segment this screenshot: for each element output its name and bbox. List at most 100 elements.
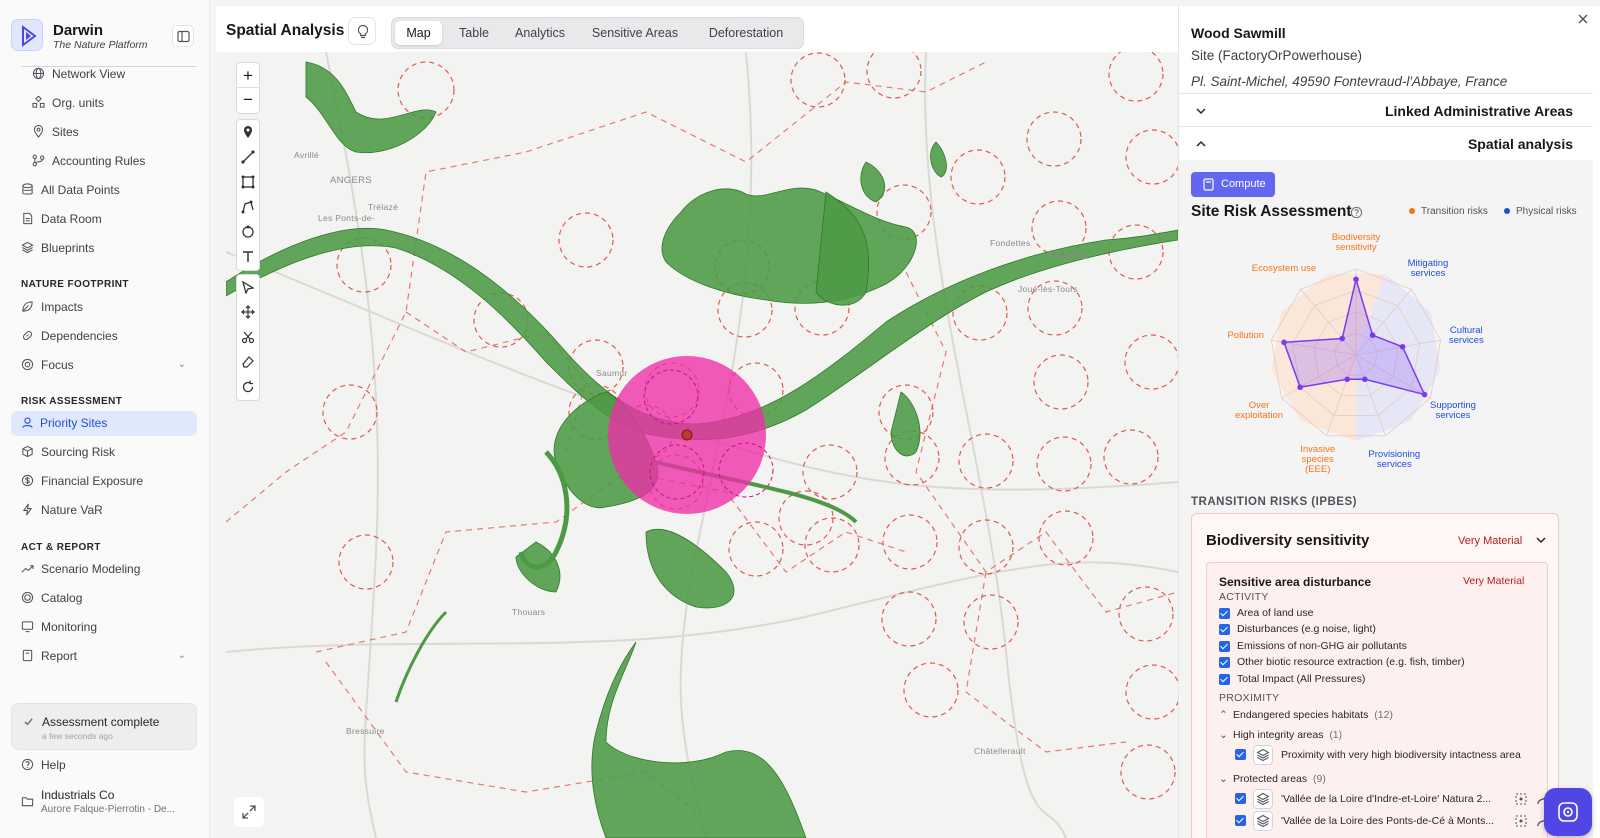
erase-button[interactable] (237, 350, 259, 375)
sidebar-item-all-data-points[interactable]: All Data Points (21, 178, 197, 202)
help-icon[interactable] (1350, 206, 1363, 219)
draw-rectangle-button[interactable] (237, 170, 259, 195)
zoom-in-button[interactable]: + (237, 63, 259, 88)
calculator-icon (1203, 178, 1214, 191)
sidebar-item-label: Sites (52, 125, 79, 139)
sidebar-item-report[interactable]: Report ⌄ (21, 644, 186, 668)
cut-button[interactable] (237, 325, 259, 350)
radar-data-point[interactable] (1344, 376, 1350, 383)
map-layers (226, 52, 1178, 838)
tab-analytics[interactable]: Analytics (505, 21, 575, 45)
map-label-joue-les-tours: Joué-lès-Tours (1018, 284, 1078, 294)
move-button[interactable] (237, 300, 259, 325)
radar-data-point[interactable] (1353, 276, 1359, 283)
sidebar-item-blueprints[interactable]: Blueprints (21, 236, 197, 260)
focus-icon[interactable] (1513, 791, 1529, 807)
sidebar-toggle-button[interactable] (172, 25, 194, 47)
organization-user: Aurore Falque-Pierrotin - De... (41, 804, 175, 815)
section-title-risk-assessment: RISK ASSESSMENT (21, 396, 123, 407)
site-marker-icon[interactable] (681, 429, 693, 441)
sidebar-item-accounting-rules[interactable]: Accounting Rules (32, 149, 197, 173)
materiality-badge: Very Material (1458, 535, 1523, 547)
hierarchy-icon (32, 96, 45, 108)
radar-data-point[interactable] (1369, 332, 1376, 339)
sidebar-item-financial-exposure[interactable]: Financial Exposure (21, 469, 197, 493)
layers-icon (1256, 814, 1270, 828)
tab-deforestation[interactable]: Deforestation (694, 21, 798, 45)
group-endangered-species[interactable]: ⌃ Endangered species habitats (12) (1219, 709, 1393, 721)
linked-admin-areas-accordion[interactable]: Linked Administrative Areas (1179, 93, 1593, 126)
site-address: Pl. Saint-Michel, 49590 Fontevraud-l'Abb… (1191, 74, 1508, 89)
map-label-fondettes: Fondettes (990, 238, 1031, 248)
brand[interactable]: Darwin The Nature Platform (11, 19, 197, 55)
draw-line-button[interactable] (237, 145, 259, 170)
rotate-button[interactable] (237, 375, 259, 400)
focus-icon[interactable] (1513, 813, 1529, 829)
ai-assistant-button[interactable] (1544, 788, 1592, 836)
map-label-chatellerault: Châtellerault (974, 746, 1026, 756)
activity-label: ACTIVITY (1219, 591, 1269, 603)
layers-icon (21, 241, 34, 254)
draw-polygon-button[interactable] (237, 195, 259, 220)
accordion-label: Linked Administrative Areas (1384, 103, 1573, 119)
map-label-thouars: Thouars (512, 607, 546, 617)
draw-text-button[interactable] (237, 245, 259, 270)
radar-data-point[interactable] (1339, 335, 1345, 342)
radar-data-point[interactable] (1399, 343, 1406, 350)
radar-data-point[interactable] (1297, 384, 1303, 391)
edit-vertices-button[interactable] (237, 275, 259, 300)
radar-axis-label: Supporting services (1430, 400, 1476, 421)
site-name: Wood Sawmill (1191, 25, 1286, 41)
proximity-row[interactable]: Proximity with very high biodiversity in… (1235, 745, 1545, 765)
zoom-out-button[interactable]: − (237, 88, 259, 113)
map-canvas[interactable]: ANGERS TOURS Avrillé Trélazé Les Ponts-d… (226, 52, 1178, 838)
proximity-row[interactable]: 'Vallée de la Loire des Ponts-de-Cé à Mo… (1235, 811, 1549, 831)
sidebar-item-network-view[interactable]: Network View (32, 62, 197, 86)
group-high-integrity-areas[interactable]: ⌄ High integrity areas (1) (1219, 729, 1342, 741)
legend-label: Physical risks (1516, 206, 1577, 217)
map-label-angers: ANGERS (330, 175, 372, 186)
legend-dot-physical (1504, 208, 1510, 215)
group-protected-areas[interactable]: ⌄ Protected areas (9) (1219, 773, 1326, 785)
status-title: Assessment complete (42, 715, 160, 729)
insights-button[interactable] (348, 17, 376, 45)
sidebar-item-label: Catalog (41, 591, 83, 605)
sidebar-item-org-units[interactable]: Org. units (32, 91, 197, 115)
sidebar-item-priority-sites[interactable]: Priority Sites (11, 411, 197, 436)
sidebar-item-focus[interactable]: Focus ⌄ (21, 353, 186, 377)
chevron-down-icon[interactable] (1535, 534, 1547, 546)
radar-data-point[interactable] (1421, 391, 1428, 398)
tab-map[interactable]: Map (395, 21, 442, 45)
close-icon[interactable] (1575, 11, 1591, 27)
sidebar-item-dependencies[interactable]: Dependencies (21, 324, 197, 348)
materiality-badge: Very Material (1463, 575, 1525, 587)
status-timestamp: a few seconds ago (42, 731, 113, 741)
fullscreen-button[interactable] (234, 797, 264, 827)
draw-marker-button[interactable] (237, 120, 259, 145)
radar-data-point[interactable] (1362, 376, 1368, 383)
rotate-icon (242, 380, 254, 393)
sidebar-item-catalog[interactable]: Catalog (21, 586, 197, 610)
sidebar-item-data-room[interactable]: Data Room (21, 207, 197, 231)
subsection-title: Sensitive area disturbance (1219, 575, 1372, 589)
proximity-row[interactable]: 'Vallée de la Loire d'Indre-et-Loire' Na… (1235, 789, 1549, 809)
site-risk-assessment-title: Site Risk Assessment (1191, 203, 1352, 220)
draw-circle-button[interactable] (237, 220, 259, 245)
expand-icon (242, 805, 256, 819)
compute-button[interactable]: Compute (1191, 172, 1275, 197)
sidebar-item-sites[interactable]: Sites (32, 120, 197, 144)
organization-switcher[interactable]: Industrials Co Aurore Falque-Pierrotin -… (21, 785, 206, 825)
map-pin-icon (244, 126, 252, 138)
sidebar-item-monitoring[interactable]: Monitoring (21, 615, 197, 639)
tab-table[interactable]: Table (449, 21, 499, 45)
view-tabs: Map Table Analytics Sensitive Areas Defo… (391, 17, 804, 49)
sidebar-item-nature-var[interactable]: Nature VaR (21, 498, 197, 522)
sidebar-item-help[interactable]: Help (21, 753, 197, 777)
sidebar-item-sourcing-risk[interactable]: Sourcing Risk (21, 440, 197, 464)
sidebar-item-impacts[interactable]: Impacts (21, 295, 197, 319)
tab-sensitive-areas[interactable]: Sensitive Areas (582, 21, 688, 45)
legend-dot-transition (1409, 208, 1415, 215)
sidebar-item-scenario-modeling[interactable]: Scenario Modeling (21, 557, 197, 581)
sidebar-item-label: Network View (52, 67, 126, 81)
spatial-analysis-accordion[interactable]: Spatial analysis (1179, 126, 1593, 159)
